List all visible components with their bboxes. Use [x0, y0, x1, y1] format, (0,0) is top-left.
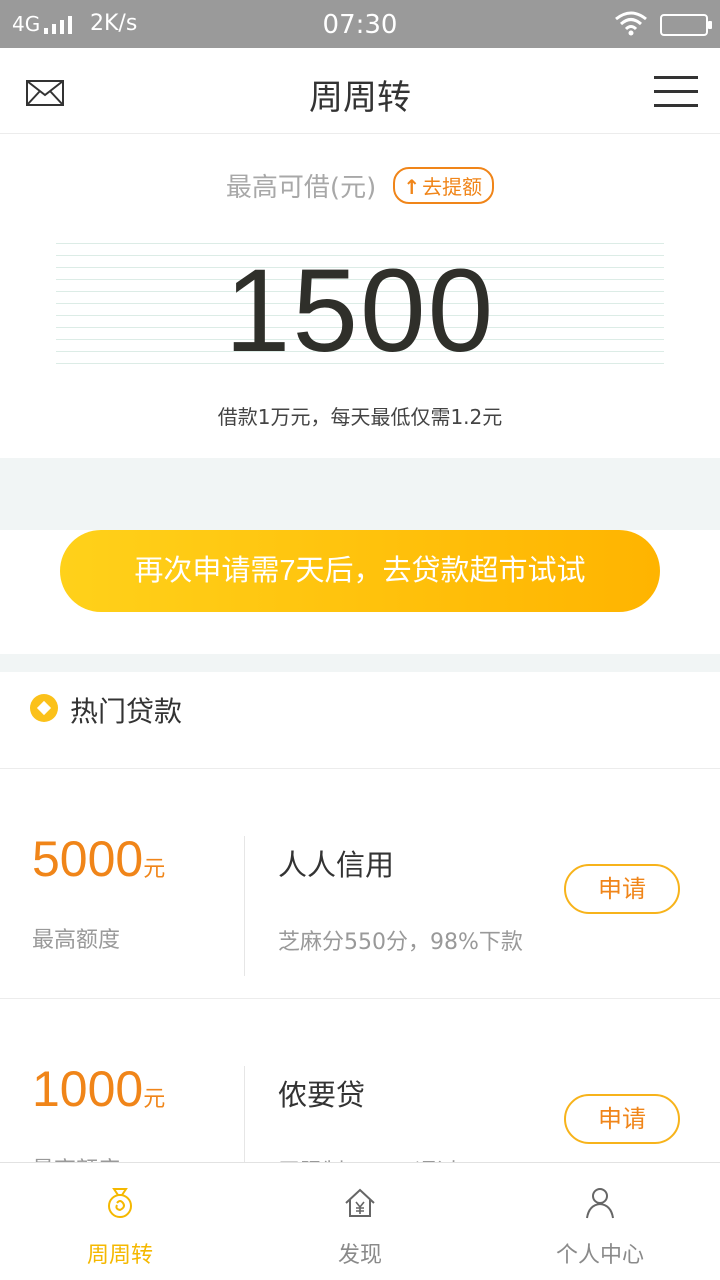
- tab-label: 发现: [337, 1243, 382, 1268]
- apply-button[interactable]: 申请: [564, 1094, 680, 1144]
- bottom-tab-bar: 周周转 发现 个人中心: [0, 1162, 720, 1280]
- clock: 07:30: [322, 10, 398, 40]
- loan-amount-unit: 元: [143, 1087, 166, 1112]
- limit-label: 最高可借(元): [225, 173, 377, 203]
- section-divider: [0, 654, 720, 672]
- section-title: 热门贷款: [70, 695, 183, 728]
- app-header: 周周转: [0, 48, 720, 134]
- raise-limit-button[interactable]: ↑ 去提额: [393, 167, 495, 204]
- home-yuan-icon: [345, 1188, 375, 1217]
- limit-hint: 借款1万元，每天最低仅需1.2元: [217, 405, 503, 429]
- tab-profile[interactable]: 个人中心: [480, 1163, 720, 1280]
- status-bar: 4G 2K/s 07:30: [0, 0, 720, 48]
- loan-amount-unit: 元: [143, 857, 166, 882]
- credit-limit-panel: 最高可借(元) ↑ 去提额 1500 借款1万元，每天最低仅需1.2元: [0, 135, 720, 458]
- section-divider: [0, 458, 720, 530]
- apply-button[interactable]: 申请: [564, 864, 680, 914]
- loan-amount: 1000元: [32, 1060, 165, 1118]
- tab-label: 周周转: [86, 1243, 153, 1268]
- divider: [244, 836, 245, 976]
- tab-label: 个人中心: [555, 1243, 644, 1268]
- loan-amount-value: 1000: [32, 1061, 144, 1117]
- page-title: 周周转: [309, 78, 411, 118]
- battery-icon: [660, 14, 712, 36]
- limit-label-row: 最高可借(元) ↑ 去提额: [0, 167, 720, 204]
- loan-card[interactable]: 5000元 最高额度 人人信用 芝麻分550分，98%下款 申请: [0, 770, 720, 999]
- loan-market-button[interactable]: 再次申请需7天后，去贷款超市试试: [60, 530, 660, 612]
- loan-amount-value: 5000: [32, 831, 144, 887]
- raise-limit-label: 去提额: [422, 175, 483, 199]
- limit-amount: 1500: [224, 245, 496, 377]
- diamond-icon: [30, 694, 58, 722]
- arrow-up-icon: ↑: [403, 175, 421, 199]
- tab-home[interactable]: 周周转: [0, 1163, 240, 1280]
- money-bag-icon: [108, 1188, 132, 1218]
- hot-loans-header: 热门贷款: [0, 672, 720, 769]
- tab-discover[interactable]: 发现: [240, 1163, 480, 1280]
- loan-name: 侬要贷: [278, 1078, 366, 1112]
- loan-amount-label: 最高额度: [32, 928, 121, 953]
- menu-icon[interactable]: [654, 76, 698, 108]
- loan-name: 人人信用: [278, 848, 395, 882]
- cta-area: 再次申请需7天后，去贷款超市试试: [0, 530, 720, 654]
- wifi-icon: [615, 11, 647, 36]
- loan-description: 芝麻分550分，98%下款: [278, 930, 523, 955]
- loan-amount: 5000元: [32, 830, 165, 888]
- person-icon: [586, 1188, 614, 1219]
